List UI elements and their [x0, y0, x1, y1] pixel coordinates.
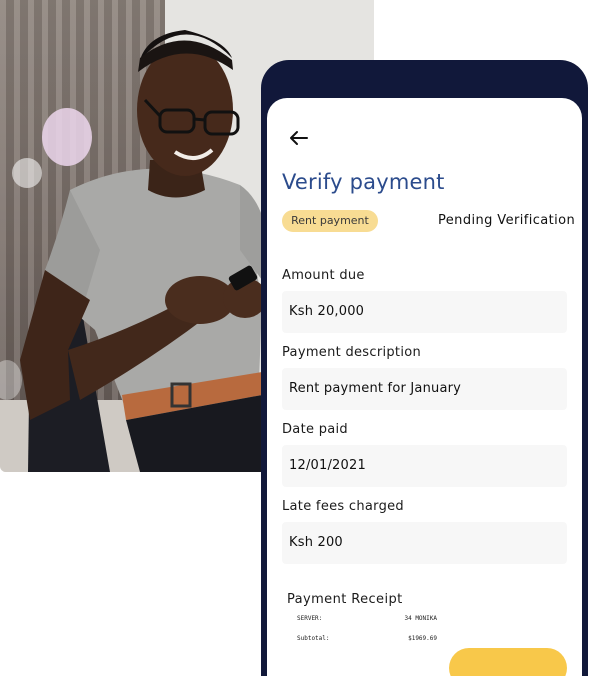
amount-due-field[interactable]: Ksh 20,000	[282, 291, 567, 333]
verify-button[interactable]	[449, 648, 567, 676]
phone-frame: Verify payment Rent payment Pending Veri…	[261, 60, 588, 676]
payment-description-field[interactable]: Rent payment for January	[282, 368, 567, 410]
amount-due-label: Amount due	[282, 268, 365, 283]
category-badge: Rent payment	[282, 210, 378, 232]
back-arrow-icon[interactable]	[289, 128, 309, 148]
receipt-row-value: 34 MONIKA	[404, 615, 437, 622]
payment-receipt-label: Payment Receipt	[287, 592, 403, 607]
payment-description-label: Payment description	[282, 345, 422, 360]
date-paid-label: Date paid	[282, 422, 348, 437]
receipt-row: SERVER: 34 MONIKA	[297, 612, 437, 632]
phone-screen: Verify payment Rent payment Pending Veri…	[267, 98, 582, 676]
late-fees-field[interactable]: Ksh 200	[282, 522, 567, 564]
date-paid-field[interactable]: 12/01/2021	[282, 445, 567, 487]
page-title: Verify payment	[282, 170, 445, 194]
receipt-row: Subtotal: $1969.69	[297, 632, 437, 652]
status-label: Pending Verification	[438, 213, 576, 228]
receipt-row-key: Subtotal:	[297, 635, 330, 642]
receipt-row-value: $1969.69	[408, 635, 437, 642]
receipt-row-key: SERVER:	[297, 615, 323, 622]
receipt-image[interactable]: SERVER: 34 MONIKA Subtotal: $1969.69	[297, 612, 437, 652]
late-fees-label: Late fees charged	[282, 499, 404, 514]
